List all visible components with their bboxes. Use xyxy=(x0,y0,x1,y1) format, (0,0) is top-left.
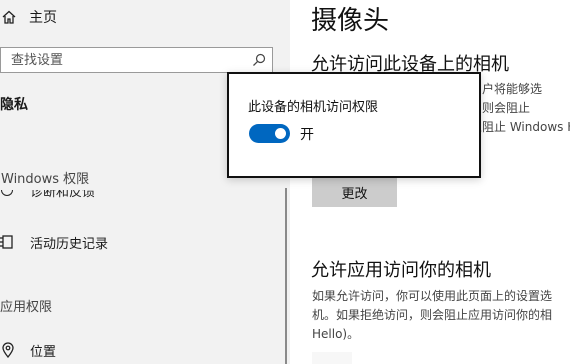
privacy-heading: 隐私 xyxy=(0,97,28,113)
search-box[interactable] xyxy=(0,47,273,73)
toggle-knob xyxy=(275,128,286,139)
change-button[interactable]: 更改 xyxy=(312,177,397,207)
home-label: 主页 xyxy=(29,10,57,26)
search-icon[interactable] xyxy=(252,53,266,67)
activity-history-icon xyxy=(0,235,13,249)
windows-permissions-header: Windows 权限 xyxy=(1,172,90,187)
description-line: 用户将能够选 xyxy=(470,82,543,96)
sidebar-item-diagnostics[interactable]: 诊断和反馈 xyxy=(0,190,110,204)
home-nav-item[interactable]: 主页 xyxy=(0,6,57,28)
sidebar-item-activity-history[interactable]: 活动历史记录 xyxy=(0,232,108,252)
app-camera-access-heading: 允许应用访问你的相机 xyxy=(311,260,491,281)
app-permissions-header: 应用权限 xyxy=(0,300,53,315)
main-content: 摄像头 允许访问此设备上的相机 用户将能够选 ，则会阻止 且阻止 Windows… xyxy=(290,0,570,364)
description-line: ，则会阻止 xyxy=(470,101,531,115)
description-line: 且阻止 Windows H xyxy=(470,120,570,134)
device-camera-access-description: 用户将能够选 ，则会阻止 且阻止 Windows H xyxy=(470,80,570,137)
sidebar: 主页 隐私 Windows 权限 诊断和反馈 活动历史记录 应用权限 位置 xyxy=(0,0,290,364)
app-camera-access-description: 如果允许访问，你可以使用此页面上的设置选 机。如果拒绝访问，则会阻止应用访问你的… xyxy=(312,287,552,344)
sidebar-item-diagnostics-label: 诊断和反馈 xyxy=(30,190,96,200)
sidebar-item-activity-history-label: 活动历史记录 xyxy=(30,236,109,252)
description-line: Hello)。 xyxy=(312,327,360,341)
sidebar-item-location[interactable]: 位置 xyxy=(0,340,56,360)
location-icon xyxy=(2,342,14,358)
description-line: 如果允许访问，你可以使用此页面上的设置选 xyxy=(312,289,553,303)
toggle-state-label: 开 xyxy=(300,127,314,143)
camera-access-toggle[interactable] xyxy=(249,124,290,143)
search-input[interactable] xyxy=(1,48,252,72)
flyout-title: 此设备的相机访问权限 xyxy=(248,100,379,115)
sidebar-item-location-label: 位置 xyxy=(30,344,57,360)
description-line: 机。如果拒绝访问，则会阻止应用访问你的相 xyxy=(312,308,553,322)
page-title: 摄像头 xyxy=(311,6,390,36)
camera-access-flyout: 此设备的相机访问权限 开 xyxy=(227,72,481,178)
sidebar-scrollbar[interactable] xyxy=(285,188,287,364)
home-icon xyxy=(2,10,16,24)
app-access-toggle[interactable] xyxy=(312,352,352,364)
